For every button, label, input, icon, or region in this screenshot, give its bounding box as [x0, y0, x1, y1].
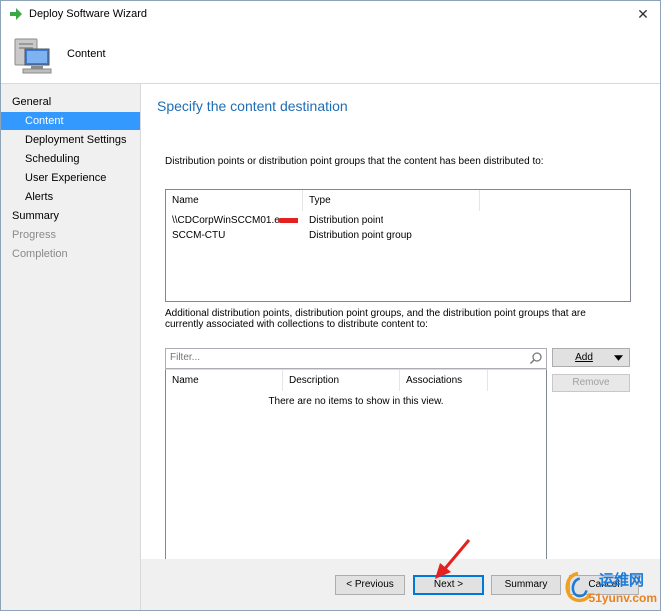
nav-summary[interactable]: Summary [1, 207, 140, 225]
window-title: Deploy Software Wizard [29, 8, 147, 20]
previous-button[interactable]: < Previous [335, 575, 405, 595]
add-button[interactable]: Add [552, 348, 630, 367]
nav-alerts[interactable]: Alerts [1, 188, 140, 206]
column-header-description[interactable]: Description [283, 370, 400, 391]
column-header-name[interactable]: Name [166, 190, 303, 211]
title-bar: Deploy Software Wizard ✕ [1, 1, 660, 29]
nav-completion: Completion [12, 248, 68, 260]
distributed-list[interactable]: Name Type \\CDCorpWinSCCM01.e.. Distribu… [165, 189, 631, 302]
remove-button: Remove [552, 374, 630, 392]
previous-label: < Previous [346, 579, 394, 590]
row-type: Distribution point [309, 215, 384, 226]
nav-scheduling[interactable]: Scheduling [1, 150, 140, 168]
empty-message: There are no items to show in this view. [268, 396, 444, 407]
nav-general[interactable]: General [1, 93, 140, 111]
nav-user-experience[interactable]: User Experience [1, 169, 140, 187]
row-name: SCCM-CTU [172, 230, 226, 241]
page-title: Content [67, 48, 106, 60]
summary-button[interactable]: Summary [491, 575, 561, 595]
watermark-line1: 运维网 [599, 572, 645, 589]
column-header-type[interactable]: Type [303, 190, 480, 211]
watermark-logo: 运维网 51yunv.com [559, 567, 659, 609]
dropdown-arrow-icon [614, 355, 623, 361]
distributed-description: Distribution points or distribution poin… [165, 156, 544, 167]
row-name: \\CDCorpWinSCCM01.e.. [172, 213, 298, 228]
summary-label: Summary [504, 579, 548, 590]
watermark-line2: 51yunv.com [588, 591, 657, 605]
wizard-window: Deploy Software Wizard ✕ Content General… [0, 0, 661, 611]
search-icon[interactable] [529, 351, 543, 365]
computer-icon [14, 38, 52, 74]
row-type: Distribution point group [309, 230, 412, 241]
add-label: Add [575, 352, 593, 363]
additional-description: Additional distribution points, distribu… [165, 308, 586, 330]
row-name-text: \\CDCorpWinSCCM01.e [172, 215, 280, 226]
filter-input[interactable] [168, 350, 522, 365]
filter-box[interactable] [165, 348, 547, 369]
content-panel: Specify the content destination Distribu… [141, 84, 660, 560]
wizard-header: Content [1, 29, 660, 84]
wizard-nav: General Content Deployment Settings Sche… [1, 84, 141, 610]
green-arrow-icon [10, 8, 22, 20]
section-heading: Specify the content destination [157, 98, 348, 114]
remove-label: Remove [572, 377, 610, 388]
column-header-name[interactable]: Name [166, 370, 283, 391]
nav-progress: Progress [12, 229, 57, 241]
redaction-mark [277, 217, 298, 223]
column-header-associations[interactable]: Associations [400, 370, 488, 391]
close-button[interactable]: ✕ [634, 5, 652, 23]
nav-content[interactable]: Content [1, 112, 140, 130]
annotation-arrow-icon [435, 539, 471, 579]
additional-list[interactable]: Name Description Associations There are … [165, 369, 547, 560]
nav-deployment-settings[interactable]: Deployment Settings [1, 131, 140, 149]
